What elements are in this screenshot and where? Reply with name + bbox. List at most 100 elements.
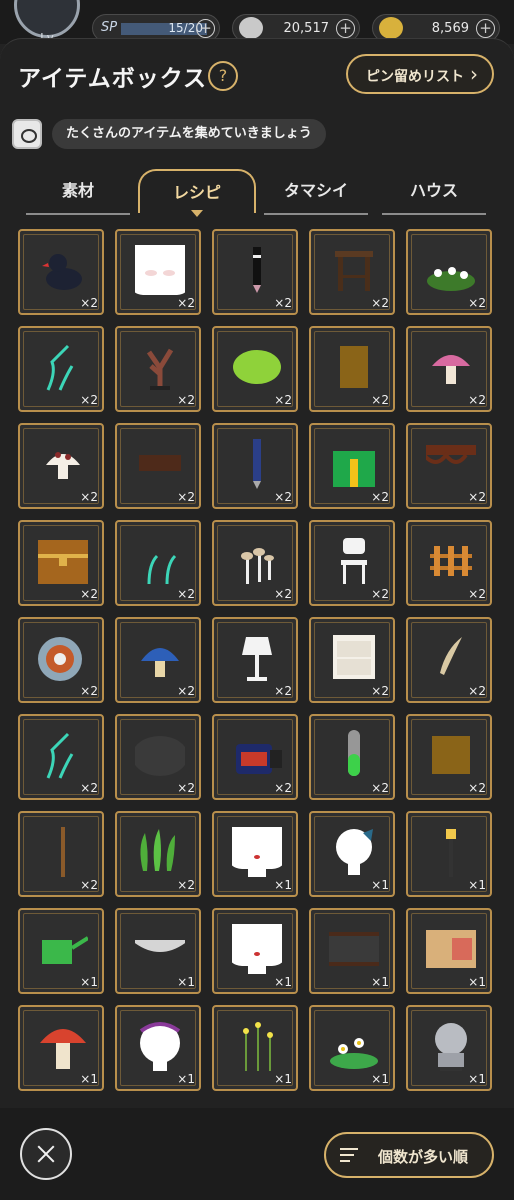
item-slot[interactable]: ×2	[212, 423, 298, 509]
tab-materials[interactable]: 素材	[26, 169, 130, 215]
item-slot[interactable]: ×2	[406, 229, 492, 315]
tab-underline	[26, 213, 130, 215]
blue-mushroom-icon	[135, 633, 185, 683]
item-slot[interactable]: ×2	[406, 326, 492, 412]
sort-button[interactable]: 個数が多い順	[324, 1132, 494, 1178]
item-slot[interactable]: ×2	[309, 326, 395, 412]
tab-souls[interactable]: タマシイ	[264, 169, 368, 215]
chevron-right-icon: ›	[470, 62, 478, 86]
item-slot[interactable]: ×2	[18, 811, 104, 897]
item-slot[interactable]: ×1	[309, 811, 395, 897]
sp-add-button[interactable]: +	[196, 19, 215, 38]
item-slot[interactable]: ×2	[18, 714, 104, 800]
item-quantity: ×2	[177, 587, 195, 601]
item-slot[interactable]: ×1	[18, 908, 104, 994]
fence-icon	[426, 536, 476, 586]
tab-underline	[264, 213, 368, 215]
currency1-add-button[interactable]: +	[336, 19, 355, 38]
item-slot[interactable]: ×2	[309, 423, 395, 509]
brown-block-icon	[135, 439, 185, 489]
item-slot[interactable]: ×1	[406, 908, 492, 994]
small-mushrooms-icon	[232, 536, 282, 586]
glow-vine-icon	[38, 730, 88, 780]
item-slot[interactable]: ×1	[18, 1005, 104, 1091]
item-slot[interactable]: ×2	[18, 229, 104, 315]
item-slot[interactable]: ×1	[212, 811, 298, 897]
item-slot[interactable]: ×2	[115, 520, 201, 606]
blue-pen-icon	[232, 439, 282, 489]
item-quantity: ×2	[371, 296, 389, 310]
item-slot[interactable]: ×2	[18, 617, 104, 703]
tab-label: レシピ	[172, 183, 221, 202]
item-slot[interactable]: ×2	[309, 617, 395, 703]
item-quantity: ×2	[177, 393, 195, 407]
item-slot[interactable]: ×2	[406, 520, 492, 606]
tab-underline	[382, 213, 486, 215]
item-quantity: ×1	[177, 1072, 195, 1086]
item-quantity: ×2	[177, 878, 195, 892]
item-slot[interactable]: ×2	[115, 423, 201, 509]
item-slot[interactable]: ×2	[18, 520, 104, 606]
item-quantity: ×2	[177, 781, 195, 795]
item-quantity: ×2	[371, 393, 389, 407]
item-slot[interactable]: ×2	[406, 423, 492, 509]
item-slot[interactable]: ×1	[406, 1005, 492, 1091]
item-slot[interactable]: ×2	[406, 617, 492, 703]
wildflowers-icon	[232, 1021, 282, 1071]
item-slot[interactable]: ×2	[212, 520, 298, 606]
item-quantity: ×2	[371, 781, 389, 795]
item-slot[interactable]: ×1	[212, 1005, 298, 1091]
item-quantity: ×2	[177, 490, 195, 504]
item-slot[interactable]: ×1	[309, 1005, 395, 1091]
item-slot[interactable]: ×2	[309, 714, 395, 800]
pin-list-button[interactable]: ピン留めリスト ›	[346, 54, 494, 94]
chair-icon	[329, 536, 379, 586]
item-slot[interactable]: ×2	[115, 229, 201, 315]
gift-box-icon	[329, 439, 379, 489]
item-slot[interactable]: ×1	[115, 1005, 201, 1091]
item-slot[interactable]: ×1	[309, 908, 395, 994]
tab-recipes[interactable]: レシピ	[138, 169, 256, 217]
item-slot[interactable]: ×2	[115, 811, 201, 897]
item-quantity: ×2	[371, 490, 389, 504]
pen-icon	[232, 245, 282, 295]
currency1-value: 20,517	[283, 21, 330, 36]
butterfly-head-icon	[329, 827, 379, 877]
item-quantity: ×2	[274, 587, 292, 601]
wand-icon	[38, 827, 88, 877]
green-leaves-icon	[135, 827, 185, 877]
item-slot[interactable]: ×1	[406, 811, 492, 897]
tab-house[interactable]: ハウス	[382, 169, 486, 215]
footer-bar: 個数が多い順	[0, 1108, 514, 1200]
item-quantity: ×2	[177, 684, 195, 698]
sp-label: SP	[101, 20, 118, 35]
item-quantity: ×2	[371, 587, 389, 601]
item-quantity: ×2	[80, 878, 98, 892]
help-button[interactable]: ?	[208, 61, 238, 91]
feather-icon	[426, 633, 476, 683]
item-slot[interactable]: ×1	[115, 908, 201, 994]
item-slot[interactable]: ×2	[212, 326, 298, 412]
item-quantity: ×1	[468, 1072, 486, 1086]
item-slot[interactable]: ×2	[406, 714, 492, 800]
item-slot[interactable]: ×2	[212, 229, 298, 315]
item-slot[interactable]: ×2	[309, 520, 395, 606]
item-quantity: ×1	[274, 878, 292, 892]
stone-icon	[132, 730, 188, 780]
item-quantity: ×2	[468, 684, 486, 698]
item-slot[interactable]: ×2	[115, 326, 201, 412]
currency2-add-button[interactable]: +	[476, 19, 495, 38]
item-slot[interactable]: ×2	[115, 714, 201, 800]
item-slot[interactable]: ×2	[212, 617, 298, 703]
item-slot[interactable]: ×2	[212, 714, 298, 800]
item-slot[interactable]: ×1	[212, 908, 298, 994]
pin-list-label: ピン留めリスト	[366, 69, 464, 85]
item-slot[interactable]: ×2	[18, 423, 104, 509]
item-slot[interactable]: ×2	[18, 326, 104, 412]
hint-bubble: たくさんのアイテムを集めていきましょう	[52, 119, 326, 149]
item-slot[interactable]: ×2	[115, 617, 201, 703]
close-button[interactable]	[20, 1128, 72, 1180]
item-slot[interactable]: ×2	[309, 229, 395, 315]
item-quantity: ×2	[80, 490, 98, 504]
level-badge[interactable]: Lv	[14, 0, 80, 45]
